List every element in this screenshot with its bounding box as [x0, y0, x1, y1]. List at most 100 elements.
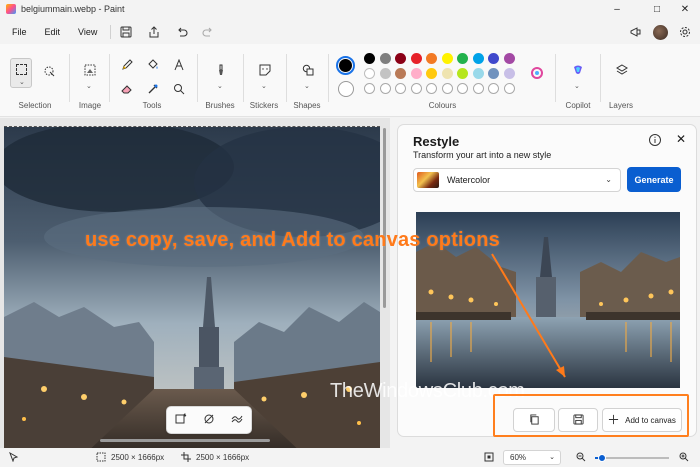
colour-swatch[interactable]	[426, 68, 437, 79]
zoom-slider[interactable]	[595, 454, 669, 462]
zoom-slider-thumb[interactable]	[598, 454, 607, 462]
undo-icon[interactable]	[171, 21, 193, 43]
panel-title: Restyle	[413, 134, 460, 149]
style-thumbnail	[417, 172, 439, 188]
close-window-button[interactable]: ✕	[668, 0, 700, 18]
sticker-icon[interactable]	[255, 60, 275, 80]
info-icon[interactable]	[648, 133, 662, 147]
custom-colour-slot[interactable]	[395, 83, 406, 94]
brush-icon[interactable]	[211, 60, 231, 80]
fit-to-window-icon[interactable]	[484, 452, 494, 464]
layers-icon[interactable]	[612, 60, 632, 80]
colour-swatch[interactable]	[395, 53, 406, 64]
annotation-text: use copy, save, and Add to canvas option…	[85, 229, 500, 251]
copilot-label: Copilot	[565, 101, 591, 110]
colour-swatch[interactable]	[364, 53, 375, 64]
menu-file[interactable]: File	[3, 21, 36, 43]
selection-label: Selection	[18, 101, 52, 110]
colour-swatch[interactable]	[441, 53, 453, 64]
layers-group: Layers	[603, 48, 639, 116]
paint-app-icon	[6, 4, 16, 14]
zoom-in-icon[interactable]	[679, 452, 689, 464]
image-size: 2500 × 1666px	[196, 453, 250, 462]
secondary-colour-swatch[interactable]	[338, 81, 354, 97]
share-icon[interactable]	[143, 21, 165, 43]
brushes-label: Brushes	[205, 101, 235, 110]
custom-colour-slot[interactable]	[410, 83, 422, 94]
color-picker-icon[interactable]	[144, 80, 162, 98]
panel-close-icon[interactable]: ✕	[674, 132, 688, 146]
colour-swatch[interactable]	[395, 68, 406, 79]
settings-gear-icon[interactable]	[674, 21, 696, 43]
magnifier-icon[interactable]	[170, 80, 188, 98]
canvas-image	[4, 127, 380, 454]
brushes-group: ⌄ Brushes	[202, 48, 238, 116]
minimize-button[interactable]: –	[600, 0, 634, 18]
restyle-icon[interactable]	[231, 413, 243, 427]
style-dropdown[interactable]: Watercolor ⌄	[413, 168, 621, 192]
colour-swatch[interactable]	[472, 53, 484, 64]
colour-swatch[interactable]	[503, 68, 515, 79]
pencil-icon[interactable]	[118, 56, 136, 74]
layers-label: Layers	[608, 101, 633, 110]
colour-swatch[interactable]	[364, 68, 375, 79]
save-icon[interactable]	[115, 21, 137, 43]
fill-bucket-icon[interactable]	[144, 56, 162, 74]
custom-colour-slot[interactable]	[379, 83, 391, 94]
zoom-dropdown[interactable]: 60% ⌄	[503, 450, 561, 465]
copilot-group: ⌄ Copilot	[558, 48, 598, 116]
redo-icon[interactable]	[197, 21, 219, 43]
canvas-size: 2500 × 1666px	[111, 453, 165, 462]
menu-view[interactable]: View	[69, 21, 106, 43]
primary-colour-swatch[interactable]	[336, 56, 355, 75]
colour-swatch[interactable]	[379, 68, 391, 79]
selection-group: ⌄ Selection	[4, 48, 66, 116]
zoom-out-icon[interactable]	[576, 452, 586, 464]
generate-button[interactable]: Generate	[627, 167, 681, 192]
colour-swatch[interactable]	[488, 53, 499, 64]
custom-colour-slot[interactable]	[457, 83, 468, 94]
custom-colour-slot[interactable]	[488, 83, 499, 94]
background-removal-icon[interactable]	[203, 413, 215, 427]
custom-colour-slot[interactable]	[503, 83, 515, 94]
colour-swatch[interactable]	[457, 53, 468, 64]
image-size-icon	[181, 452, 191, 464]
ribbon-toolbar: ⌄ Selection ⌄ Image Tools ⌄ Brushes ⌄ St…	[0, 44, 700, 117]
style-value: Watercolor	[447, 175, 491, 185]
floating-toolbar	[166, 406, 252, 434]
chevron-down-icon: ⌄	[549, 454, 555, 461]
colour-swatch[interactable]	[472, 68, 484, 79]
custom-colour-slot[interactable]	[472, 83, 484, 94]
eraser-icon[interactable]	[118, 80, 136, 98]
avatar[interactable]	[653, 24, 668, 40]
edit-colours-icon[interactable]	[527, 63, 547, 83]
custom-colour-slot[interactable]	[441, 83, 453, 94]
custom-colour-slot[interactable]	[364, 83, 375, 94]
selection-button[interactable]: ⌄	[10, 58, 32, 88]
horizontal-scrollbar[interactable]	[100, 439, 270, 442]
stickers-group: ⌄ Stickers	[246, 48, 282, 116]
colour-swatch[interactable]	[410, 53, 422, 64]
colours-label: Colours	[428, 101, 457, 110]
custom-colour-slot[interactable]	[426, 83, 437, 94]
colour-swatch[interactable]	[379, 53, 391, 64]
colour-swatch[interactable]	[457, 68, 468, 79]
image-crop-icon[interactable]	[80, 60, 100, 80]
colour-swatch[interactable]	[426, 53, 437, 64]
stickers-label: Stickers	[249, 101, 279, 110]
colour-swatch[interactable]	[488, 68, 499, 79]
drawing-canvas[interactable]	[4, 126, 380, 454]
text-icon[interactable]	[170, 56, 188, 74]
megaphone-icon[interactable]	[625, 21, 647, 43]
image-creator-icon[interactable]	[175, 413, 187, 427]
colours-group: Colours	[330, 48, 555, 116]
copilot-icon[interactable]	[568, 60, 588, 80]
cursor-icon	[9, 451, 19, 464]
free-select-icon[interactable]	[40, 62, 58, 80]
title-bar: belgiummain.webp - Paint – □ ✕	[0, 0, 700, 18]
menu-edit[interactable]: Edit	[36, 21, 70, 43]
colour-swatch[interactable]	[503, 53, 515, 64]
colour-swatch[interactable]	[441, 68, 453, 79]
shapes-icon[interactable]	[298, 60, 318, 80]
colour-swatch[interactable]	[410, 68, 422, 79]
